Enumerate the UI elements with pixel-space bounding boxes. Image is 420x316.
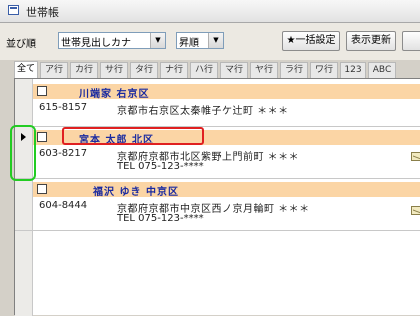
chevron-down-icon[interactable]: ▼ bbox=[150, 33, 165, 48]
phone-number: TEL 075-123-**** bbox=[117, 161, 204, 172]
tab-123[interactable]: 123 bbox=[340, 62, 366, 78]
app-window-icon bbox=[8, 5, 19, 15]
record-header: 福沢 ゆき 中京区 bbox=[33, 182, 420, 198]
tab-a[interactable]: ア行 bbox=[40, 62, 68, 78]
record-divider bbox=[33, 230, 420, 231]
sort-field-value: 世帯見出しカナ bbox=[61, 38, 131, 49]
household-name: 福沢 ゆき 中京区 bbox=[93, 187, 179, 198]
envelope-icon[interactable] bbox=[411, 152, 420, 161]
envelope-icon[interactable] bbox=[411, 206, 420, 215]
tab-abc[interactable]: ABC bbox=[368, 62, 396, 78]
tab-wa[interactable]: ワ行 bbox=[310, 62, 338, 78]
tab-ta[interactable]: タ行 bbox=[130, 62, 158, 78]
sort-label: 並び順 bbox=[6, 39, 36, 50]
sort-order-value: 昇順 bbox=[179, 38, 199, 49]
extra-button[interactable] bbox=[402, 31, 420, 51]
record-header: 川端家 右京区 bbox=[33, 84, 420, 100]
tab-sa[interactable]: サ行 bbox=[100, 62, 128, 78]
name-highlight-box bbox=[62, 127, 204, 145]
index-tabs: 全て ア行 カ行 サ行 タ行 ナ行 ハ行 マ行 ヤ行 ラ行 ワ行 123 ABC bbox=[14, 61, 420, 78]
list-item[interactable]: 川端家 右京区 615-8157 京都市右京区太秦帷子ケ辻町 ＊＊＊ bbox=[33, 84, 420, 126]
postal-code: 603-8217 bbox=[39, 148, 88, 159]
tab-ma[interactable]: マ行 bbox=[220, 62, 248, 78]
tab-ra[interactable]: ラ行 bbox=[280, 62, 308, 78]
toolbar: 並び順 世帯見出しカナ ▼ 昇順 ▼ ★一括設定 表示更新 bbox=[0, 23, 420, 60]
sort-order-select[interactable]: 昇順 ▼ bbox=[176, 32, 224, 49]
select-checkbox[interactable] bbox=[37, 86, 47, 96]
window-title: 世帯帳 bbox=[26, 6, 59, 19]
phone-number: TEL 075-123-**** bbox=[117, 213, 204, 224]
chevron-down-icon[interactable]: ▼ bbox=[208, 33, 223, 48]
tab-na[interactable]: ナ行 bbox=[160, 62, 188, 78]
select-checkbox[interactable] bbox=[37, 132, 47, 142]
tab-ya[interactable]: ヤ行 bbox=[250, 62, 278, 78]
title-bar: 世帯帳 bbox=[0, 0, 420, 23]
tab-ha[interactable]: ハ行 bbox=[190, 62, 218, 78]
household-name: 川端家 右京区 bbox=[79, 89, 150, 100]
address: 京都市右京区太秦帷子ケ辻町 ＊＊＊ bbox=[117, 106, 289, 117]
postal-code: 615-8157 bbox=[39, 102, 88, 113]
tab-ka[interactable]: カ行 bbox=[70, 62, 98, 78]
row-divider bbox=[15, 230, 32, 231]
tab-all[interactable]: 全て bbox=[14, 61, 38, 78]
select-checkbox[interactable] bbox=[37, 184, 47, 194]
sort-field-select[interactable]: 世帯見出しカナ ▼ bbox=[58, 32, 166, 49]
refresh-display-button[interactable]: 表示更新 bbox=[346, 31, 396, 51]
list-item[interactable]: 福沢 ゆき 中京区 604-8444 京都府京都市中京区西ノ京月輪町 ＊＊＊ T… bbox=[33, 182, 420, 230]
postal-code: 604-8444 bbox=[39, 200, 88, 211]
record-selector-column[interactable] bbox=[15, 79, 33, 316]
bulk-settings-button[interactable]: ★一括設定 bbox=[282, 31, 340, 51]
record-divider bbox=[33, 178, 420, 179]
selector-highlight-box bbox=[10, 125, 36, 181]
household-list: 川端家 右京区 615-8157 京都市右京区太秦帷子ケ辻町 ＊＊＊ 宮本 太郎… bbox=[14, 78, 420, 316]
